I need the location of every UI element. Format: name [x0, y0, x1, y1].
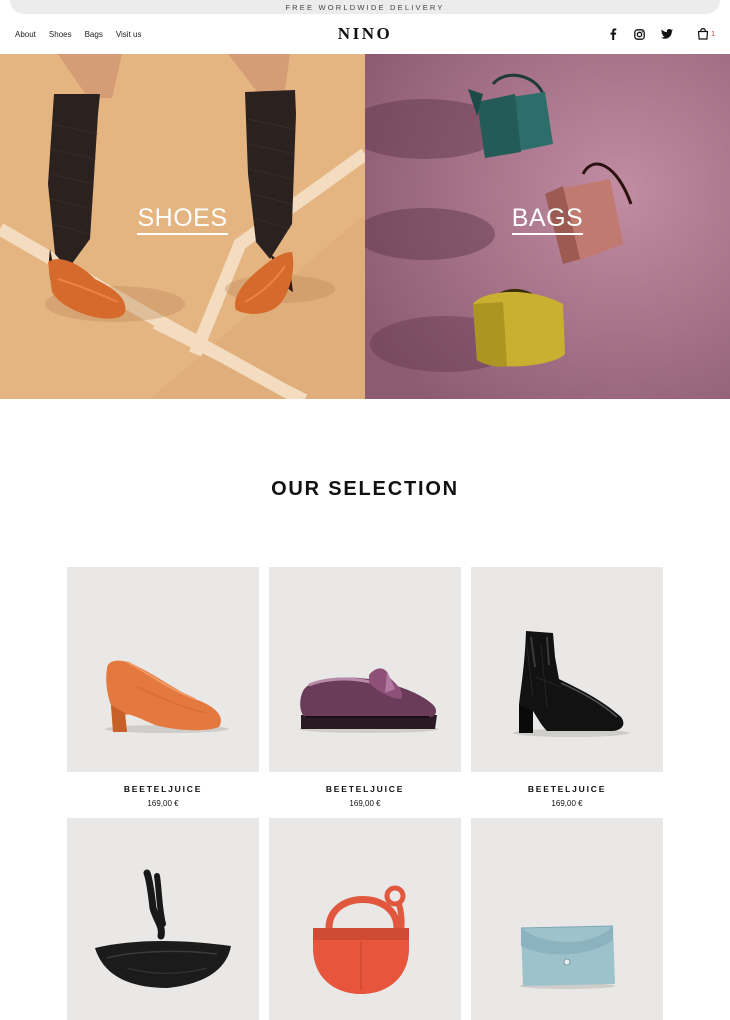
instagram-icon[interactable]: [633, 28, 646, 41]
product-price: 169,00 €: [349, 799, 381, 808]
product-card[interactable]: BEETELJUICE 169,00 €: [471, 567, 663, 808]
product-card[interactable]: BEETELJUICE 169,00 €: [67, 567, 259, 808]
product-name: BEETELJUICE: [527, 784, 607, 794]
nav-link-shoes[interactable]: Shoes: [49, 30, 72, 39]
product-card[interactable]: BEETELJUICE 169,00 €: [269, 567, 461, 808]
orange-pump-image: [105, 660, 229, 733]
hero-banner: SHOES BAGS: [0, 54, 730, 399]
product-card[interactable]: [67, 818, 259, 1020]
metallic-loafer-image: [299, 668, 439, 733]
product-image: [471, 567, 663, 772]
black-pouch-bag-image: [95, 869, 231, 988]
header-nav: About Shoes Bags Visit us NINO 1: [0, 14, 730, 54]
product-card[interactable]: [471, 818, 663, 1020]
product-image: [269, 818, 461, 1020]
nav-right: 1: [606, 28, 715, 41]
product-image: [471, 818, 663, 1020]
nav-link-visit-us[interactable]: Visit us: [116, 30, 142, 39]
product-image: [269, 567, 461, 772]
coral-round-bag-image: [313, 885, 409, 994]
hero-shoes-label[interactable]: SHOES: [0, 204, 365, 235]
section-title: OUR SELECTION: [271, 478, 459, 500]
product-price: 169,00 €: [551, 799, 583, 808]
announcement-bar: FREE WORLDWIDE DELIVERY: [10, 0, 720, 14]
nav-link-bags[interactable]: Bags: [85, 30, 103, 39]
twitter-icon[interactable]: [660, 28, 673, 41]
hero-shoes-panel[interactable]: SHOES: [0, 54, 365, 399]
product-image: [67, 818, 259, 1020]
shopping-bag-icon: [697, 28, 709, 40]
announcement-text: FREE WORLDWIDE DELIVERY: [285, 2, 445, 12]
blue-clutch-image: [519, 925, 615, 989]
facebook-icon[interactable]: [606, 28, 619, 41]
black-boot-image: [513, 631, 629, 737]
nav-link-about[interactable]: About: [15, 30, 36, 39]
hero-bags-panel[interactable]: BAGS: [365, 54, 730, 399]
product-image: [67, 567, 259, 772]
nav-links: About Shoes Bags Visit us: [15, 30, 141, 39]
site-logo[interactable]: NINO: [338, 24, 392, 44]
product-name: BEETELJUICE: [123, 784, 203, 794]
product-price: 169,00 €: [147, 799, 179, 808]
hero-bags-label[interactable]: BAGS: [365, 204, 730, 235]
product-card[interactable]: [269, 818, 461, 1020]
cart-button[interactable]: 1: [697, 28, 715, 40]
product-name: BEETELJUICE: [325, 784, 405, 794]
cart-count-badge: 1: [711, 31, 715, 38]
